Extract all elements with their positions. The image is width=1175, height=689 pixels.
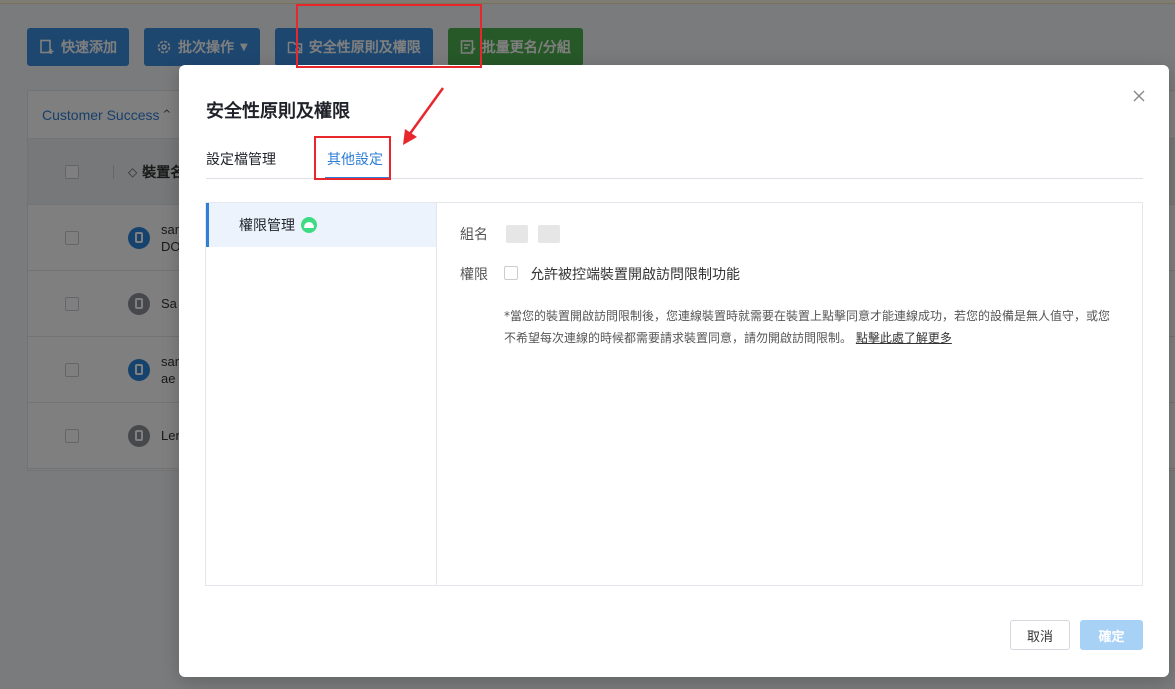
- confirm-button[interactable]: 確定: [1080, 620, 1143, 650]
- dialog-title: 安全性原則及權限: [206, 101, 350, 122]
- settings-sidebar: 權限管理: [206, 203, 437, 585]
- redacted-group-name: [538, 225, 560, 243]
- redacted-group-name: [506, 225, 528, 243]
- sidebar-item-permissions[interactable]: 權限管理: [206, 203, 436, 247]
- note-text: *當您的裝置開啟訪問限制後，您連線裝置時就需要在裝置上點擊同意才能連線成功，若您…: [504, 309, 1111, 345]
- access-restriction-note: *當您的裝置開啟訪問限制後，您連線裝置時就需要在裝置上點擊同意才能連線成功，若您…: [504, 305, 1119, 349]
- tab-profile-management[interactable]: 設定檔管理: [206, 149, 276, 169]
- cancel-button[interactable]: 取消: [1010, 620, 1070, 650]
- access-restriction-label[interactable]: 允許被控端裝置開啟訪問限制功能: [530, 264, 740, 284]
- sidebar-item-label: 權限管理: [239, 218, 295, 234]
- settings-panel: 權限管理 組名 權限 允許被控端裝置開啟訪問限制功能 *當您的裝置開啟訪問限制後…: [205, 202, 1143, 586]
- annotation-arrow-icon: [403, 87, 445, 145]
- android-icon: [301, 217, 317, 233]
- annotation-box-other-settings-tab: [314, 136, 391, 180]
- close-icon[interactable]: [1131, 88, 1147, 104]
- learn-more-link[interactable]: 點擊此處了解更多: [856, 331, 952, 345]
- group-name-label: 組名: [460, 227, 488, 243]
- annotation-box-security-button: [296, 4, 482, 68]
- access-restriction-checkbox[interactable]: [504, 266, 518, 280]
- permission-label: 權限: [460, 267, 488, 283]
